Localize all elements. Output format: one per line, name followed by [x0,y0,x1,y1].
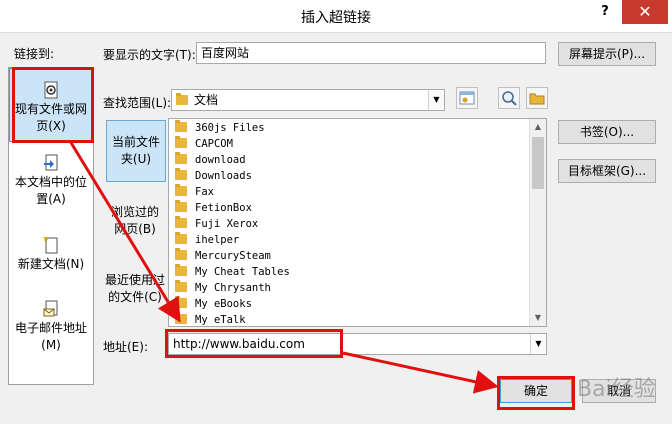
close-button[interactable]: ✕ [622,0,668,24]
annotation-arrows [68,140,499,394]
arrow-to-address [68,140,181,323]
arrow-to-ok [342,351,499,394]
watermark: Bai经验 [577,377,656,402]
help-button[interactable]: ? [594,4,616,24]
insert-hyperlink-dialog: 链接到: 现有文件或网 页(X) 本文档中的位 置(A) 新建文档(N) 电子邮… [0,32,672,424]
window-title: 插入超链接 [301,10,371,26]
title-bar: 插入超链接 ? ✕ [0,0,672,32]
